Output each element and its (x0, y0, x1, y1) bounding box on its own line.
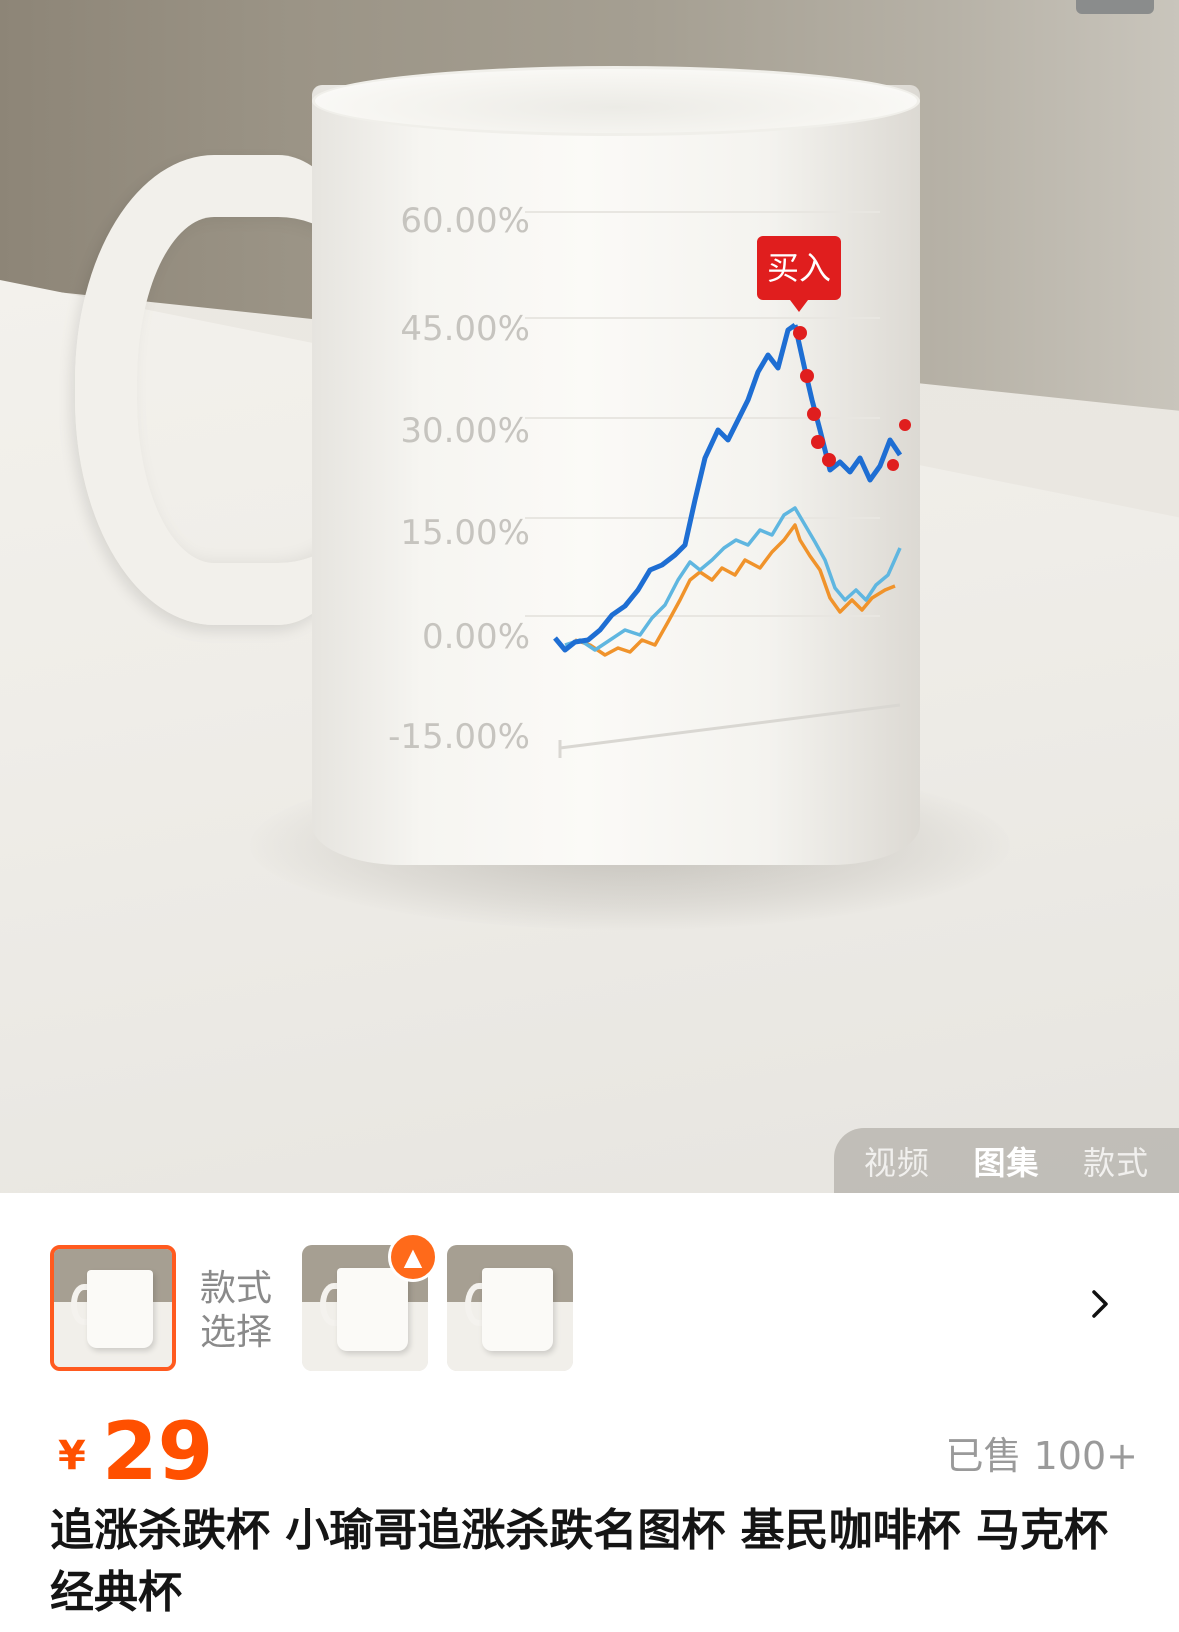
price-amount: 29 (102, 1405, 214, 1498)
tab-video[interactable]: 视频 (864, 1138, 930, 1184)
trade-marker-dot (807, 407, 821, 421)
price-row: ¥ 29 已售 100+ (58, 1405, 1138, 1498)
trade-marker-dot (800, 369, 814, 383)
y-tick-label: 30.00% (400, 411, 530, 451)
media-tabs: 视频 图集 款式 (834, 1128, 1179, 1193)
trade-marker-dot (899, 419, 911, 431)
fire-icon: ▲ (388, 1232, 438, 1282)
y-tick-label: 60.00% (400, 201, 530, 241)
mug-printed-chart: 60.00% 45.00% 30.00% 15.00% 0.00% -15.00… (388, 201, 911, 758)
sold-count: 已售 100+ (945, 1434, 1138, 1478)
y-tick-label: 0.00% (422, 617, 530, 657)
buy-marker-text: 买入 (767, 249, 831, 287)
axis-baseline (559, 703, 901, 750)
buy-marker-label: 买入 (757, 236, 841, 312)
style-label-line1: 款式 (200, 1268, 273, 1309)
blue-series-line (553, 322, 797, 653)
variant-thumb-3[interactable] (447, 1245, 573, 1371)
variant-thumb-1[interactable] (50, 1245, 176, 1371)
product-image-carousel[interactable]: 60.00% 45.00% 30.00% 15.00% 0.00% -15.00… (0, 0, 1179, 1193)
y-tick-label: 15.00% (400, 513, 530, 553)
style-label-line2: 选择 (200, 1312, 273, 1353)
orange-series-line (574, 523, 896, 657)
variant-selector (0, 1193, 1179, 1393)
image-index-pill (1076, 0, 1154, 14)
trade-marker-dot (811, 435, 825, 449)
currency-symbol: ¥ (58, 1433, 86, 1479)
chevron-right-icon[interactable] (1086, 1290, 1114, 1318)
cyan-series-line (564, 506, 902, 652)
y-tick-label: 45.00% (400, 309, 530, 349)
buy-marker-pointer (790, 300, 808, 312)
blue-series-after-buy (792, 324, 903, 483)
product-title: 追涨杀跌杯 小瑜哥追涨杀跌名图杯 基民咖啡杯 马克杯 经典杯 (50, 1505, 1108, 1618)
tab-styles[interactable]: 款式 (1083, 1138, 1149, 1184)
y-tick-label: -15.00% (388, 717, 530, 757)
trade-marker-dot (887, 459, 899, 471)
trade-marker-dot (822, 453, 836, 467)
tab-gallery[interactable]: 图集 (973, 1138, 1039, 1184)
trade-marker-dot (793, 326, 807, 340)
style-select-label[interactable]: 款式 选择 (200, 1267, 280, 1355)
